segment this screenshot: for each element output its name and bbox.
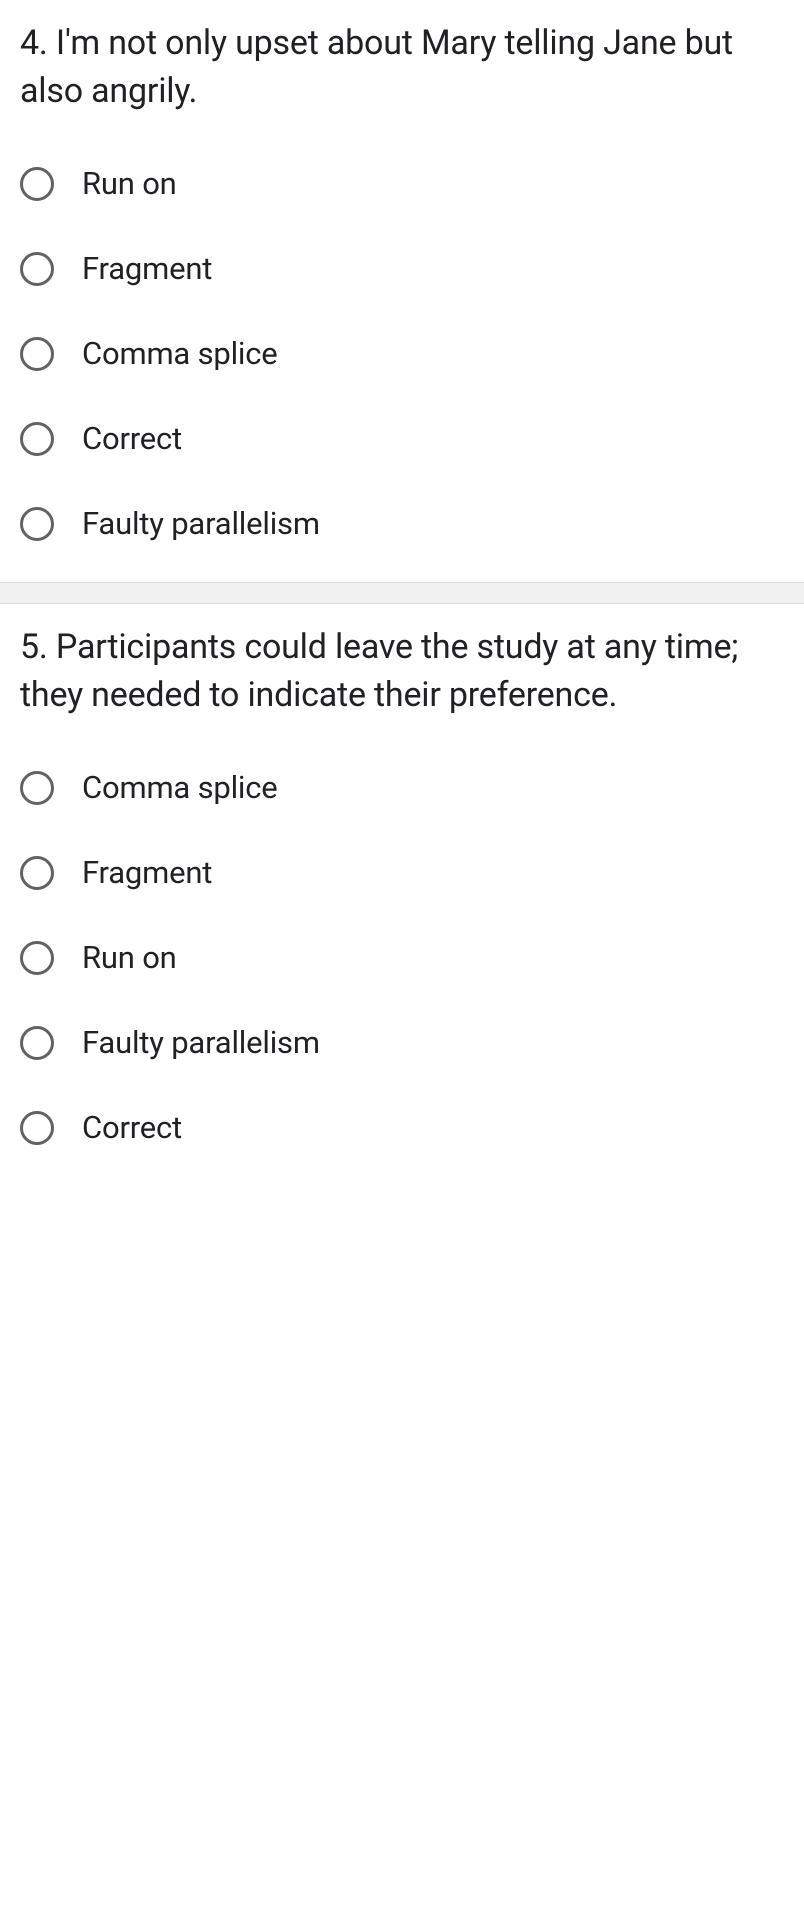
question-block-5: 5. Participants could leave the study at… xyxy=(0,604,804,1186)
radio-icon xyxy=(20,422,54,456)
option-label: Faulty parallelism xyxy=(82,505,320,542)
option-run-on[interactable]: Run on xyxy=(20,939,784,976)
radio-icon xyxy=(20,771,54,805)
question-block-4: 4. I'm not only upset about Mary telling… xyxy=(0,0,804,582)
option-correct[interactable]: Correct xyxy=(20,1109,784,1146)
option-label: Comma splice xyxy=(82,769,278,806)
option-run-on[interactable]: Run on xyxy=(20,165,784,202)
question-text: 4. I'm not only upset about Mary telling… xyxy=(20,20,784,115)
radio-icon xyxy=(20,252,54,286)
question-text: 5. Participants could leave the study at… xyxy=(20,624,784,719)
radio-icon xyxy=(20,1111,54,1145)
options-list: Comma splice Fragment Run on Faulty para… xyxy=(20,769,784,1146)
radio-icon xyxy=(20,1026,54,1060)
option-faulty-parallelism[interactable]: Faulty parallelism xyxy=(20,1024,784,1061)
radio-icon xyxy=(20,507,54,541)
option-comma-splice[interactable]: Comma splice xyxy=(20,335,784,372)
option-comma-splice[interactable]: Comma splice xyxy=(20,769,784,806)
radio-icon xyxy=(20,856,54,890)
option-label: Faulty parallelism xyxy=(82,1024,320,1061)
option-label: Correct xyxy=(82,1109,182,1146)
option-faulty-parallelism[interactable]: Faulty parallelism xyxy=(20,505,784,542)
option-label: Comma splice xyxy=(82,335,278,372)
option-label: Fragment xyxy=(82,250,212,287)
option-correct[interactable]: Correct xyxy=(20,420,784,457)
radio-icon xyxy=(20,167,54,201)
option-label: Run on xyxy=(82,939,177,976)
option-label: Correct xyxy=(82,420,182,457)
option-label: Fragment xyxy=(82,854,212,891)
section-divider xyxy=(0,582,804,604)
radio-icon xyxy=(20,337,54,371)
option-label: Run on xyxy=(82,165,177,202)
option-fragment[interactable]: Fragment xyxy=(20,854,784,891)
option-fragment[interactable]: Fragment xyxy=(20,250,784,287)
radio-icon xyxy=(20,941,54,975)
options-list: Run on Fragment Comma splice Correct Fau… xyxy=(20,165,784,542)
